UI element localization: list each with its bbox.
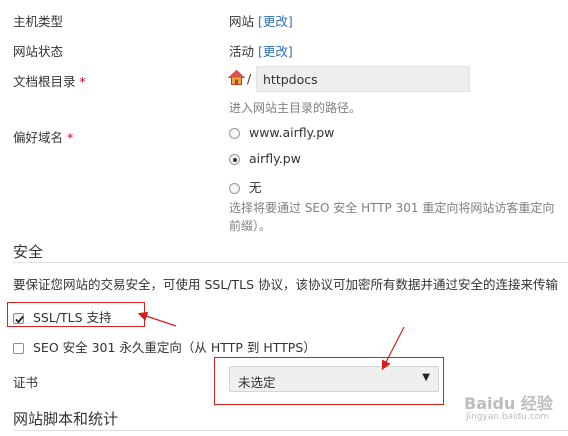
- arrow-to-certificate: [381, 326, 405, 371]
- annotation-arrows: [137, 311, 405, 371]
- watermark-logo: Baidu 经验: [464, 394, 553, 413]
- scripting-heading: 网站脚本和统计: [13, 410, 119, 428]
- watermark-url: jingyan.baidu.com: [466, 412, 550, 422]
- scripting-divider: [13, 430, 568, 431]
- arrow-to-ssl: [137, 311, 177, 327]
